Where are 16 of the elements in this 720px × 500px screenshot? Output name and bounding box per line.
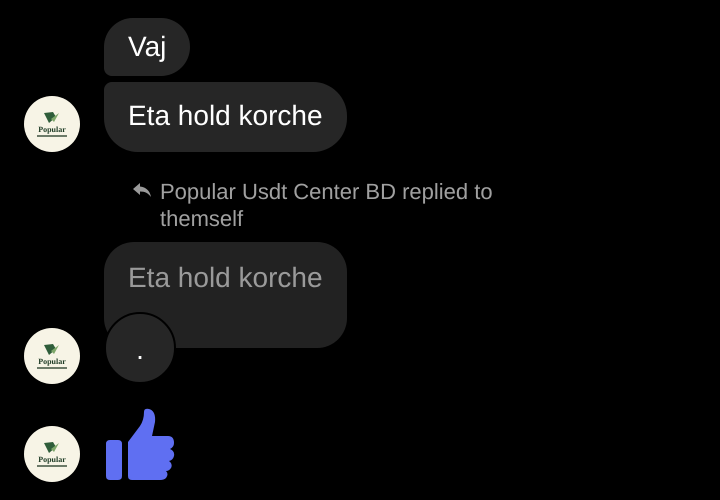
logo-icon	[43, 111, 61, 125]
logo-icon	[43, 441, 61, 455]
avatar[interactable]: Popular	[24, 96, 80, 152]
thumbs-up-icon[interactable]	[104, 408, 176, 482]
reply-note: Popular Usdt Center BD replied to themself	[160, 178, 494, 232]
avatar-label: Popular	[38, 357, 66, 366]
avatar[interactable]: Popular	[24, 426, 80, 482]
quoted-message[interactable]: Eta hold korche	[104, 242, 347, 348]
avatar-label: Popular	[38, 125, 66, 134]
avatar-label: Popular	[38, 455, 66, 464]
message-bubble[interactable]: .	[104, 312, 176, 384]
message-bubble[interactable]: Vaj	[104, 18, 190, 76]
logo-icon	[43, 343, 61, 357]
reply-icon	[132, 182, 152, 198]
message-bubble[interactable]: Eta hold korche	[104, 82, 347, 152]
avatar[interactable]: Popular	[24, 328, 80, 384]
